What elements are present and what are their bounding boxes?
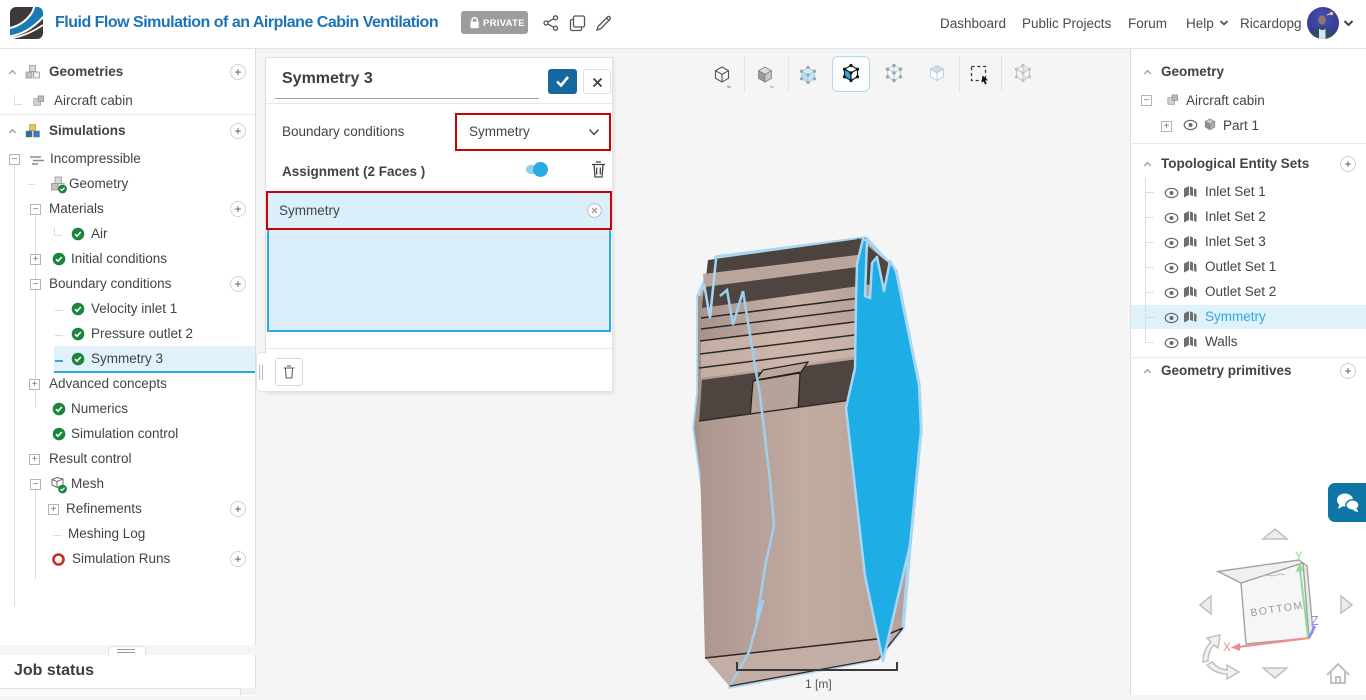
svg-text:Y: Y [1295, 551, 1303, 563]
svg-text:X: X [1223, 642, 1231, 654]
svg-text:1 [m]: 1 [m] [805, 677, 832, 691]
svg-text:Z: Z [1311, 614, 1319, 628]
